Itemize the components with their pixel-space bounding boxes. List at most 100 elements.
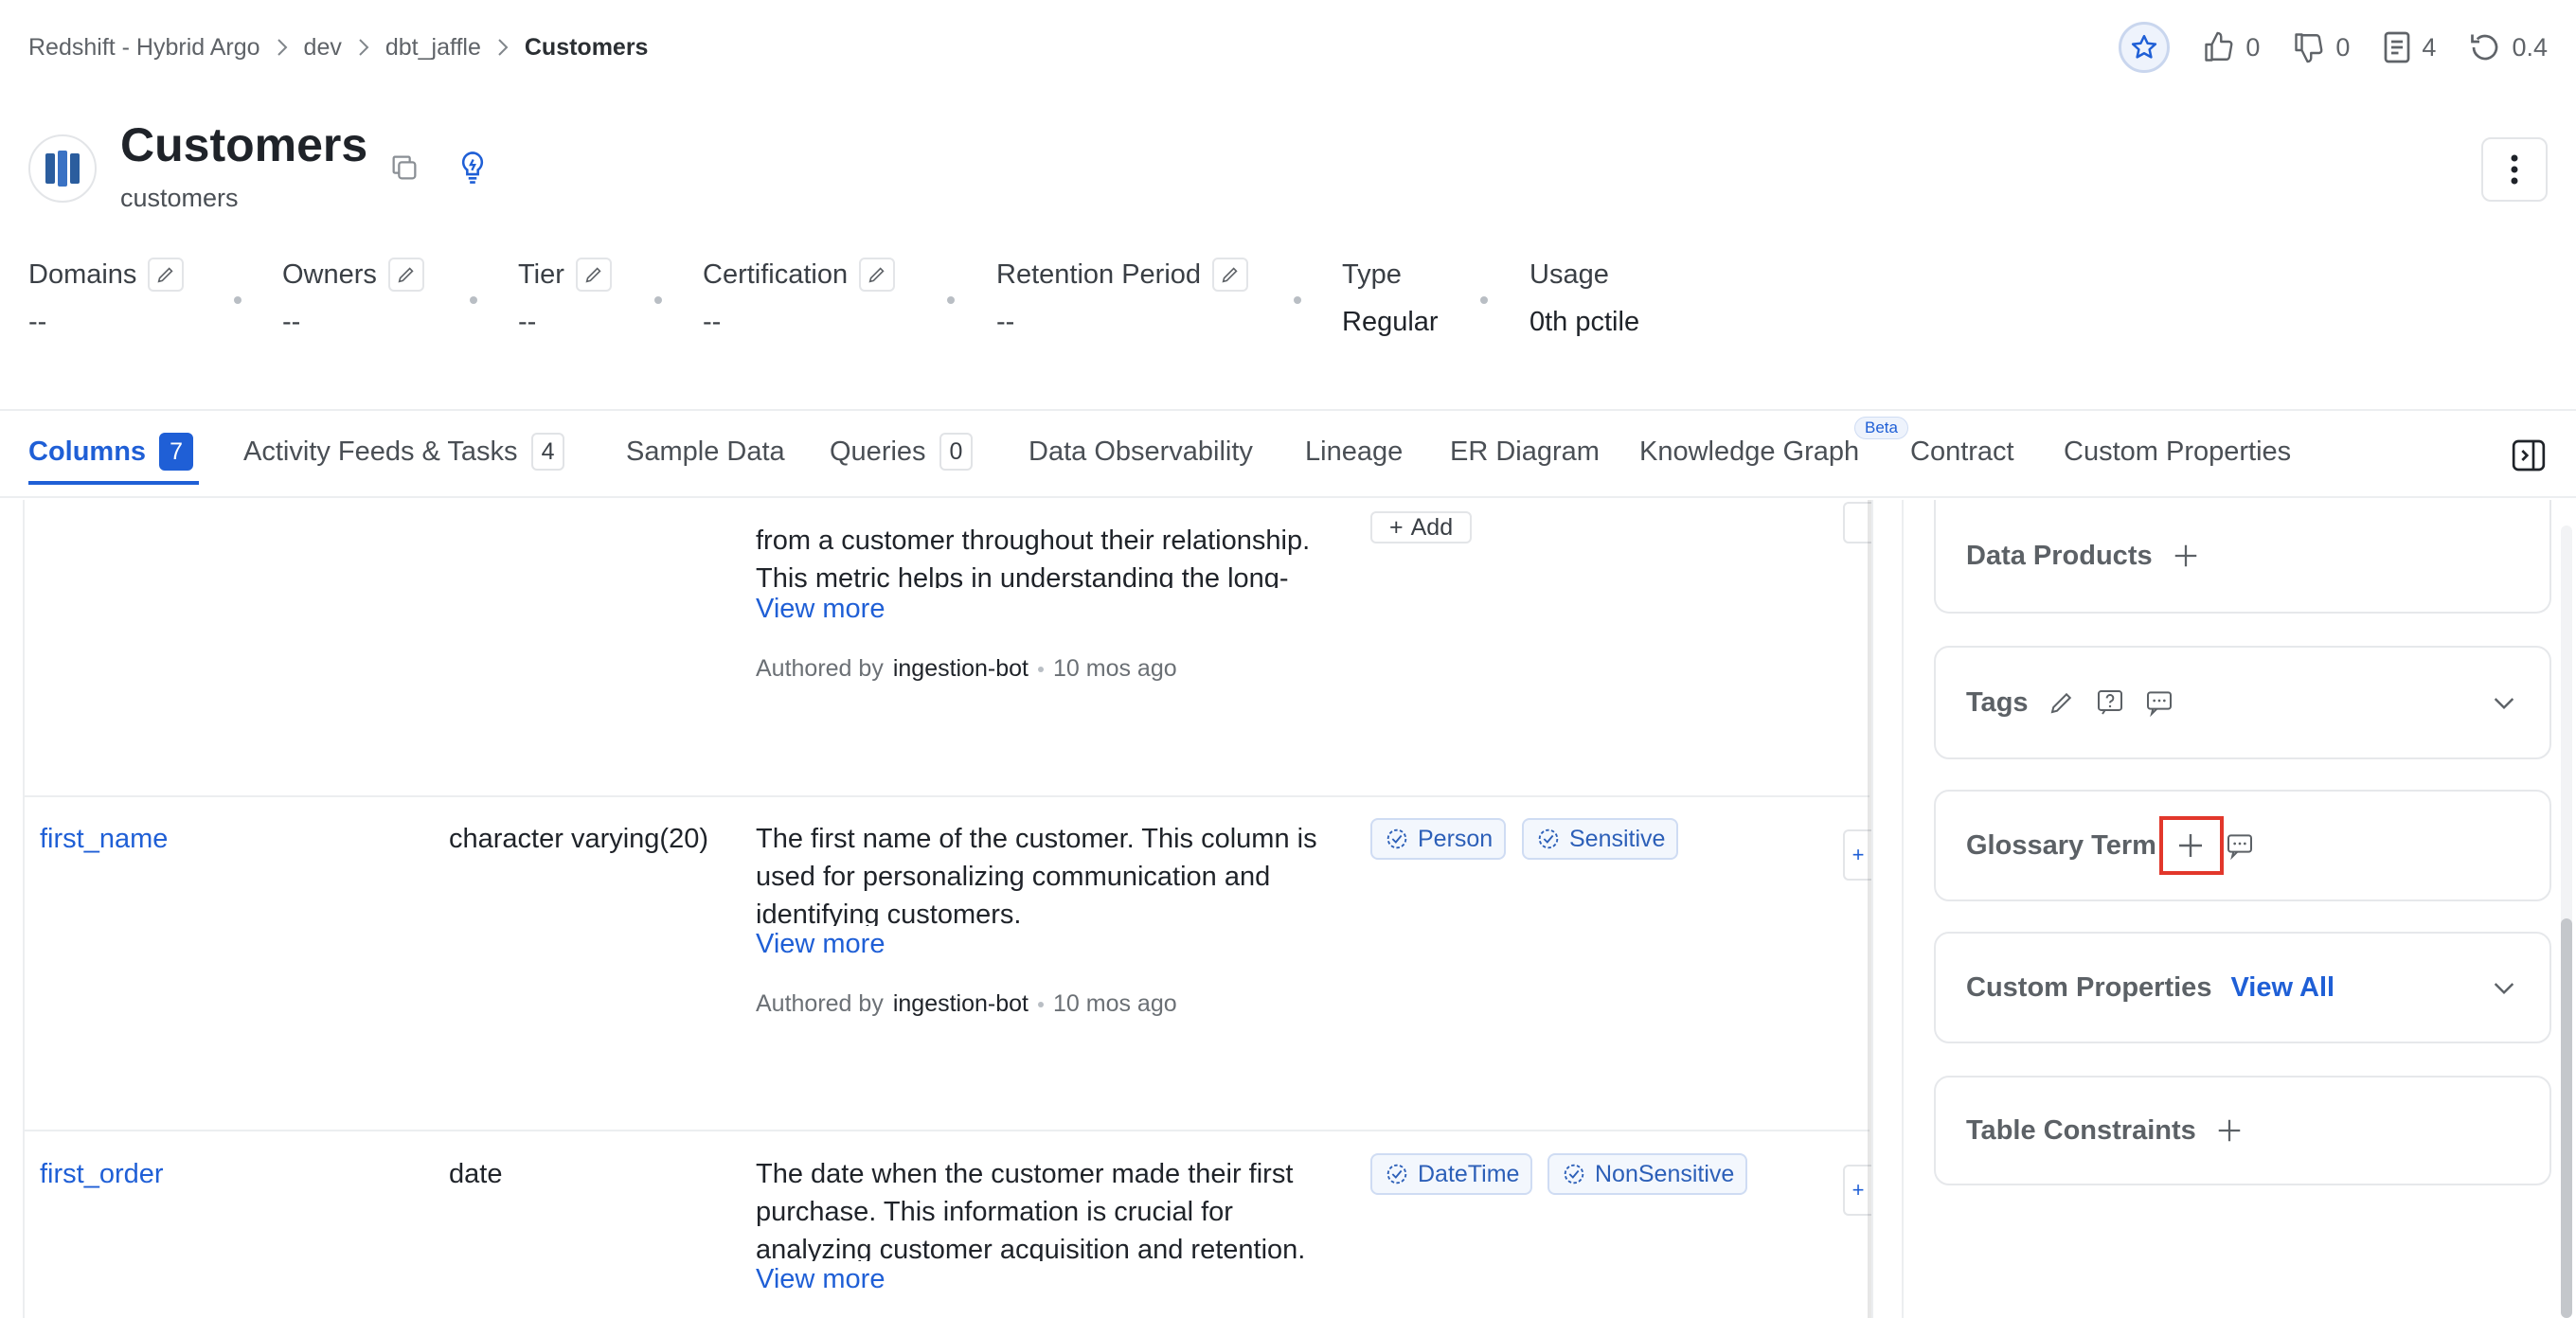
tab-label: Activity Feeds & Tasks	[243, 436, 518, 467]
property-owners: Owners --	[282, 258, 424, 338]
thumbs-down-icon	[2295, 33, 2323, 63]
authored-label: Authored by	[756, 990, 884, 1017]
card-title: Custom Properties	[1966, 971, 2212, 1003]
property-label: Owners	[282, 258, 377, 290]
page-subtitle: customers	[120, 184, 239, 212]
breadcrumb-service[interactable]: Redshift - Hybrid Argo	[28, 34, 260, 62]
follow-star-button[interactable]	[2119, 22, 2171, 73]
tab-lineage[interactable]: Lineage	[1305, 431, 1403, 472]
tab-data-observability[interactable]: Data Observability	[1029, 431, 1253, 472]
breadcrumb-database[interactable]: dev	[304, 34, 342, 62]
pencil-icon	[1222, 267, 1238, 283]
view-all-link[interactable]: View All	[2230, 972, 2334, 1004]
plus-icon[interactable]	[2172, 542, 2200, 570]
conversation-icon[interactable]	[2144, 687, 2174, 718]
edit-owners-button[interactable]	[387, 258, 424, 292]
column-type: date	[449, 1159, 503, 1189]
separator-dot	[234, 296, 242, 304]
tag-person[interactable]: Person	[1370, 818, 1507, 860]
chevron-right-icon	[260, 37, 304, 58]
card-title: Tags	[1966, 686, 2029, 718]
copy-icon[interactable]	[388, 151, 420, 188]
view-more-link[interactable]: View more	[756, 594, 885, 625]
custom-properties-card: Custom Properties View All	[1934, 932, 2551, 1043]
separator-dot	[470, 296, 477, 304]
panel-toggle-button[interactable]	[2510, 436, 2548, 479]
property-value: --	[282, 307, 301, 337]
glossary-term-card: Glossary Term	[1934, 790, 2551, 901]
like-button[interactable]: 0	[2202, 30, 2260, 64]
tab-er-diagram[interactable]: ER Diagram	[1450, 431, 1600, 472]
panel-scrollbar-thumb[interactable]	[2561, 918, 2572, 1318]
edit-certification-button[interactable]	[859, 258, 896, 292]
property-label: Type	[1342, 258, 1402, 290]
beta-badge: Beta	[1854, 417, 1908, 439]
chevron-down-icon[interactable]	[2489, 687, 2519, 718]
add-label: Add	[1410, 514, 1454, 541]
tab-sample-data[interactable]: Sample Data	[626, 431, 785, 472]
column-name-link[interactable]: first_name	[40, 824, 168, 855]
breadcrumb-schema[interactable]: dbt_jaffle	[385, 34, 481, 62]
description-line: identifying customers.	[756, 899, 1022, 926]
pencil-icon[interactable]	[2048, 688, 2076, 717]
pencil-icon	[398, 267, 414, 283]
property-value: --	[28, 307, 47, 337]
property-type: Type Regular	[1342, 258, 1439, 338]
property-value: 0th pctile	[1530, 307, 1640, 337]
request-question-icon[interactable]	[2095, 687, 2125, 718]
tag-nonsensitive[interactable]: NonSensitive	[1547, 1153, 1748, 1195]
tab-queries[interactable]: Queries 0	[830, 431, 974, 472]
breadcrumb: Redshift - Hybrid Argo dev dbt_jaffle Cu…	[28, 32, 648, 62]
card-title: Glossary Term	[1966, 829, 2156, 861]
view-more-link[interactable]: View more	[756, 1264, 885, 1295]
tab-label: Knowledge Graph	[1639, 436, 1860, 467]
tag-label: Person	[1418, 825, 1494, 852]
tab-knowledge-graph[interactable]: Knowledge Graph	[1639, 431, 1859, 472]
author-name: ingestion-bot	[892, 990, 1029, 1017]
description-line: The date when the customer made their fi…	[756, 1159, 1294, 1189]
tag-icon	[1564, 1164, 1584, 1184]
version-button[interactable]: 0.4	[2468, 30, 2548, 64]
view-more-link[interactable]: View more	[756, 929, 885, 960]
separator-dot	[654, 296, 662, 304]
tab-label: Custom Properties	[2064, 436, 2292, 467]
property-label: Tier	[518, 258, 564, 290]
column-description: The first name of the customer. This col…	[756, 820, 1343, 926]
edit-domains-button[interactable]	[148, 258, 185, 292]
tag-datetime[interactable]: DateTime	[1370, 1153, 1533, 1195]
separator-dot	[1037, 666, 1044, 672]
star-icon	[2132, 34, 2157, 59]
tag-icon	[1386, 1164, 1407, 1184]
description-line: purchase. This information is crucial fo…	[756, 1197, 1233, 1227]
tab-custom-properties[interactable]: Custom Properties	[2064, 431, 2291, 472]
tab-contract[interactable]: Contract	[1910, 431, 2014, 472]
authored-label: Authored by	[756, 655, 884, 682]
tab-label: Lineage	[1305, 436, 1404, 467]
tab-label: Queries	[830, 436, 926, 467]
tag-label: NonSensitive	[1595, 1160, 1735, 1187]
tasks-button[interactable]: 4	[2382, 30, 2436, 64]
tab-columns[interactable]: Columns 7	[28, 431, 193, 472]
lightbulb-icon[interactable]	[456, 150, 489, 190]
tag-sensitive[interactable]: Sensitive	[1522, 818, 1679, 860]
plus-icon[interactable]	[2215, 1116, 2244, 1145]
edit-tier-button[interactable]	[575, 258, 612, 292]
tab-activity-feeds[interactable]: Activity Feeds & Tasks 4	[243, 431, 565, 472]
column-description: from a customer throughout their relatio…	[756, 522, 1343, 588]
tab-label: Data Observability	[1029, 436, 1253, 467]
conversation-icon[interactable]	[2225, 830, 2255, 861]
chevron-down-icon[interactable]	[2489, 972, 2519, 1003]
tab-label: ER Diagram	[1450, 436, 1600, 467]
more-options-button[interactable]	[2481, 137, 2548, 202]
tab-count: 0	[939, 433, 974, 471]
property-value: Regular	[1342, 307, 1439, 337]
authored-time: 10 mos ago	[1052, 655, 1177, 682]
dislike-button[interactable]: 0	[2292, 30, 2350, 64]
add-tag-button[interactable]: + Add	[1370, 511, 1473, 543]
edit-retention-button[interactable]	[1212, 258, 1249, 292]
property-domains: Domains --	[28, 258, 185, 338]
authored-by: Authored by ingestion-bot 10 mos ago	[756, 990, 1177, 1018]
chevron-right-icon	[342, 37, 385, 58]
column-name-link[interactable]: first_order	[40, 1159, 164, 1190]
chevron-right-icon	[481, 37, 525, 58]
